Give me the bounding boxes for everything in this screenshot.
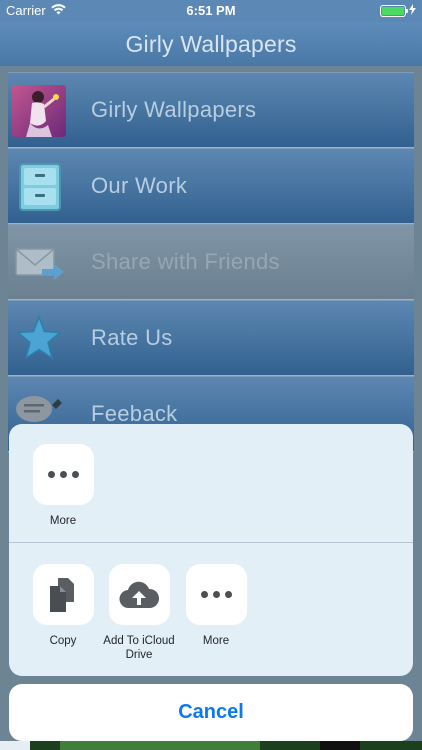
menu-item-label: Rate Us <box>91 325 173 350</box>
share-sheet: More Copy Add To iCloud Drive More <box>9 424 413 676</box>
menu-list: Girly Wallpapers Our Work Share with Fri… <box>8 72 414 452</box>
share-more-actions-button[interactable]: More <box>176 564 256 648</box>
menu-item-share-with-friends[interactable]: Share with Friends <box>8 224 414 300</box>
action-label: Add To iCloud Drive <box>103 635 175 661</box>
girl-wallpaper-thumbnail <box>12 85 66 137</box>
more-icon <box>185 564 247 625</box>
share-more-apps-button[interactable]: More <box>23 444 103 528</box>
menu-item-label: Share with Friends <box>91 249 280 274</box>
menu-item-label: Our Work <box>91 173 188 198</box>
action-label: Copy <box>49 635 77 647</box>
icloud-upload-icon <box>108 564 170 625</box>
menu-item-rate-us[interactable]: Rate Us <box>8 300 414 376</box>
more-icon <box>32 444 94 505</box>
battery-level <box>382 7 404 15</box>
action-label: More <box>202 635 230 647</box>
add-to-icloud-drive-button[interactable]: Add To iCloud Drive <box>99 564 179 662</box>
share-row-actions: Copy Add To iCloud Drive More <box>9 544 413 676</box>
ad-banner[interactable] <box>0 741 422 750</box>
cancel-button[interactable]: Cancel <box>9 684 413 741</box>
star-icon <box>12 313 66 365</box>
nav-bar: Girly Wallpapers <box>0 22 422 66</box>
copy-icon <box>32 564 94 625</box>
status-bar: Carrier 6:51 PM <box>0 0 422 22</box>
status-time: 6:51 PM <box>186 3 236 18</box>
menu-item-label: Girly Wallpapers <box>91 97 257 122</box>
envelope-arrow-icon <box>12 237 66 289</box>
action-label: More <box>49 515 77 527</box>
menu-item-our-work[interactable]: Our Work <box>8 148 414 224</box>
menu-item-girly-wallpapers[interactable]: Girly Wallpapers <box>8 72 414 148</box>
copy-button[interactable]: Copy <box>23 564 103 648</box>
battery-icon <box>380 5 408 17</box>
share-row-apps: More <box>9 424 413 543</box>
cabinet-icon <box>12 161 66 213</box>
status-right <box>380 4 416 18</box>
nav-title: Girly Wallpapers <box>125 30 297 57</box>
charging-bolt-icon <box>409 4 416 18</box>
